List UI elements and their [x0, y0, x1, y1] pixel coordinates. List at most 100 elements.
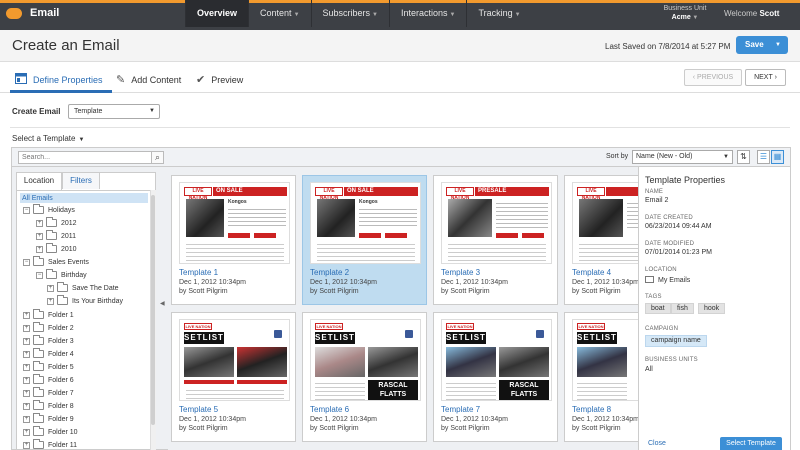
tree-item-folder-11[interactable]: + Folder 11 [23, 439, 77, 449]
expand-icon[interactable]: + [47, 297, 54, 305]
tab-location[interactable]: Location [16, 172, 62, 190]
previous-button[interactable]: ‹ PREVIOUS [684, 69, 742, 86]
tree-item-2012[interactable]: +2012 [36, 217, 77, 227]
next-button[interactable]: NEXT › [745, 69, 786, 86]
template-name[interactable]: Template 7 [441, 405, 480, 414]
template-card-selected[interactable]: LIVE NATION ON SALE Kongos Template 2 De… [302, 175, 427, 305]
template-card[interactable]: LIVE NATION ON SALE Kongos Template 1 De… [171, 175, 296, 305]
step-define-properties[interactable]: Define Properties [15, 73, 103, 87]
nav-subscribers[interactable]: Subscribers ▼ [310, 0, 389, 27]
expand-icon[interactable]: + [36, 219, 43, 227]
tree-item-folder-9[interactable]: + Folder 9 [23, 413, 74, 423]
tree-item-label: Folder 10 [48, 428, 78, 436]
expand-icon[interactable]: + [23, 311, 30, 319]
tag-chip[interactable]: boat [645, 303, 671, 314]
step-preview[interactable]: ✔ Preview [196, 73, 243, 86]
template-name[interactable]: Template 1 [179, 268, 218, 277]
close-link[interactable]: Close [648, 440, 666, 447]
nav-tracking[interactable]: Tracking ▼ [466, 0, 531, 27]
nav-overview[interactable]: Overview [185, 0, 249, 27]
expand-icon[interactable]: + [23, 337, 30, 345]
thumbnail-button [254, 233, 276, 238]
tree-item-folder-2[interactable]: + Folder 2 [23, 322, 74, 332]
tree-item-folder-3[interactable]: + Folder 3 [23, 335, 74, 345]
expand-icon[interactable]: + [23, 441, 30, 449]
template-name[interactable]: Template 2 [310, 268, 349, 277]
setlist-header: SETLIST [446, 332, 486, 344]
template-card[interactable]: LIVE NATION SETLIST Template 5 Dec 1, 20… [171, 312, 296, 442]
expand-icon[interactable]: + [23, 402, 30, 410]
expand-icon[interactable]: + [23, 415, 30, 423]
tree-item-save-the-date[interactable]: + Save The Date [47, 282, 119, 292]
search-input[interactable] [18, 151, 164, 164]
expand-icon[interactable]: + [47, 284, 54, 292]
business-unit-switcher[interactable]: Business Unit Acme ▼ [650, 4, 720, 23]
tree-scrollbar-thumb[interactable] [151, 195, 155, 425]
tag-chip[interactable]: hook [698, 303, 726, 314]
collapse-icon[interactable]: − [36, 271, 43, 279]
expand-icon[interactable]: + [23, 363, 30, 371]
step-add-content[interactable]: ✎ Add Content [116, 73, 181, 86]
live-nation-logo: LIVE NATION [577, 323, 605, 330]
expand-icon[interactable]: + [36, 232, 43, 240]
list-view-icon[interactable]: ☰ [757, 150, 770, 164]
template-name[interactable]: Template 4 [572, 268, 611, 277]
sort-icon[interactable]: ⇅ [737, 150, 750, 164]
tree-item-2011[interactable]: +2011 [36, 230, 76, 240]
thumbnail-lines [577, 380, 627, 400]
tree-item-its-your-birthday[interactable]: + Its Your Birthday [47, 295, 123, 305]
tree-item-folder-8[interactable]: + Folder 8 [23, 400, 74, 410]
tree-item-folder-7[interactable]: + Folder 7 [23, 387, 74, 397]
create-email-select[interactable]: Template ▼ [68, 104, 160, 119]
rascal-flatts-banner: RASCAL FLATTS [368, 380, 418, 400]
expand-icon[interactable]: + [23, 350, 30, 358]
nav-label: Tracking [478, 8, 513, 18]
expand-icon[interactable]: + [23, 324, 30, 332]
collapse-icon[interactable]: − [23, 258, 30, 266]
select-template-toggle[interactable]: Select a Template ▼ [12, 134, 84, 143]
folder-icon [33, 400, 44, 410]
banner-line: RASCAL [509, 382, 539, 389]
tree-item-holidays[interactable]: − Holidays [23, 204, 75, 214]
tree-item-folder-6[interactable]: + Folder 6 [23, 374, 74, 384]
template-card[interactable]: LIVE NATION PRESALE Template 3 Dec 1, 20… [433, 175, 558, 305]
template-name[interactable]: Template 3 [441, 268, 480, 277]
template-card[interactable]: LIVE NATION SETLIST RASCAL FLATTS Templat… [302, 312, 427, 442]
sort-value: Name (New - Old) [636, 153, 693, 160]
tab-filters[interactable]: Filters [62, 172, 100, 189]
app-name[interactable]: Email [30, 7, 59, 19]
collapse-panel-icon[interactable]: ◀ [160, 300, 165, 307]
sort-select[interactable]: Name (New - Old) ▼ [632, 150, 733, 164]
expand-icon[interactable]: + [23, 428, 30, 436]
name-value: Email 2 [645, 197, 669, 204]
tree-item-folder-5[interactable]: + Folder 5 [23, 361, 74, 371]
tree-item-folder-4[interactable]: + Folder 4 [23, 348, 74, 358]
tree-item-birthday[interactable]: − Birthday [36, 269, 87, 279]
expand-icon[interactable]: + [23, 376, 30, 384]
tag-chip[interactable]: fish [671, 303, 694, 314]
save-label: Save [745, 40, 764, 49]
expand-icon[interactable]: + [23, 389, 30, 397]
template-name[interactable]: Template 8 [572, 405, 611, 414]
tree-item-2010[interactable]: +2010 [36, 243, 77, 253]
expand-icon[interactable]: + [36, 245, 43, 253]
template-name[interactable]: Template 6 [310, 405, 349, 414]
tree-item-all-emails[interactable]: All Emails [20, 193, 148, 203]
template-card[interactable]: LIVE NATION SETLIST RASCAL FLATTS Templat… [433, 312, 558, 442]
select-template-button[interactable]: Select Template [720, 437, 782, 450]
search-icon[interactable]: ⌕ [151, 151, 164, 164]
date-modified-label: DATE MODIFIED [645, 241, 695, 247]
cloud-icon[interactable] [6, 8, 22, 19]
save-button[interactable]: Save ▼ [736, 36, 788, 54]
tree-item-sales-events[interactable]: − Sales Events [23, 256, 89, 266]
user-menu[interactable]: Welcome Scott [724, 9, 779, 18]
nav-content[interactable]: Content ▼ [248, 0, 310, 27]
template-name[interactable]: Template 5 [179, 405, 218, 414]
tree-item-folder-1[interactable]: + Folder 1 [23, 309, 74, 319]
tree-item-folder-10[interactable]: + Folder 10 [23, 426, 78, 436]
chevron-down-icon[interactable]: ▼ [775, 36, 781, 54]
campaign-chip[interactable]: campaign name [645, 335, 707, 347]
nav-interactions[interactable]: Interactions ▼ [389, 0, 466, 27]
collapse-icon[interactable]: − [23, 206, 30, 214]
grid-view-icon[interactable]: ▦ [771, 150, 784, 164]
